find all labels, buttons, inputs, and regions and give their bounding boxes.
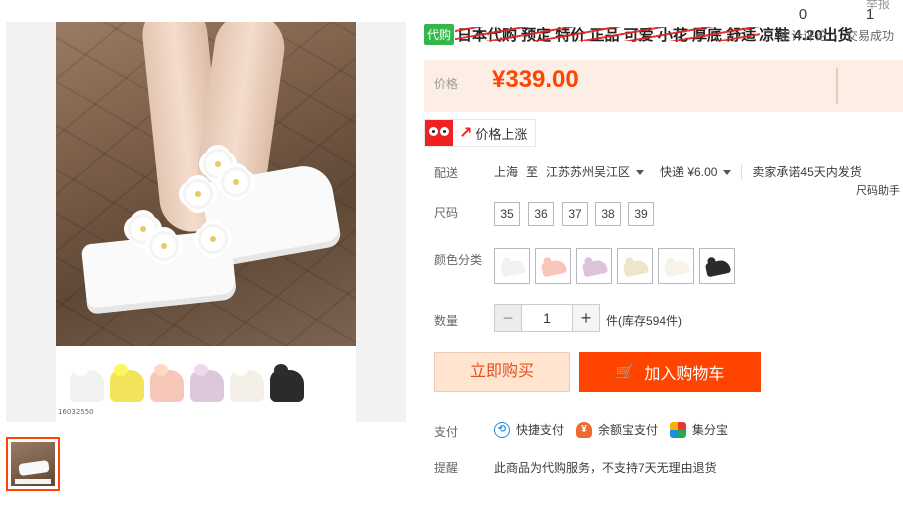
lineup-shoe-yellow bbox=[110, 370, 144, 402]
chevron-down-icon bbox=[636, 170, 645, 176]
product-code: 16032550 bbox=[58, 408, 94, 416]
shipping-info: 上海 至 江苏苏州吴江区 快递 ¥6.00 卖家承诺45天内发货 bbox=[494, 163, 862, 180]
reviews-stat[interactable]: 0 累计评论 bbox=[771, 6, 835, 44]
lineup-shoe-cream bbox=[230, 370, 264, 402]
shoe-swatch bbox=[540, 258, 568, 278]
price-value: ¥339.00 bbox=[492, 66, 579, 93]
arrow-up-right-icon: ↗ bbox=[459, 125, 473, 142]
owl-icon bbox=[425, 120, 453, 146]
cart-icon: 🛒 bbox=[615, 364, 635, 381]
stock-info: 件(库存594件) bbox=[606, 314, 683, 328]
price-alert-button[interactable]: ↗ 价格上涨 bbox=[424, 119, 537, 147]
shoe-swatch bbox=[499, 258, 527, 278]
flower-decoration bbox=[152, 234, 176, 258]
destination-select[interactable]: 江苏苏州吴江区 bbox=[546, 163, 645, 180]
payment-label: 支付 bbox=[434, 425, 459, 439]
divider bbox=[741, 163, 743, 180]
deals-count: 1 bbox=[865, 6, 875, 23]
payment-methods: ⟲ 快捷支付 ¥ 余额宝支付 集分宝 bbox=[494, 421, 740, 438]
ship-from: 上海 bbox=[494, 165, 519, 179]
flower-decoration bbox=[131, 217, 155, 241]
shipping-method-select[interactable]: 快递 ¥6.00 bbox=[660, 163, 732, 180]
destination-value: 江苏苏州吴江区 bbox=[546, 165, 631, 179]
quantity-input[interactable]: 1 bbox=[522, 304, 572, 332]
price-box: 价格 ¥339.00 bbox=[424, 60, 903, 112]
buy-now-button[interactable]: 立即购买 bbox=[434, 352, 570, 392]
size-option-37[interactable]: 37 bbox=[562, 202, 588, 226]
reviews-count: 0 bbox=[798, 6, 808, 23]
daigou-badge: 代购 bbox=[424, 23, 455, 45]
deals-label: 交易成功 bbox=[845, 29, 894, 43]
flower-decoration bbox=[224, 170, 248, 194]
quick-pay-icon: ⟲ bbox=[494, 421, 510, 438]
flower-decoration bbox=[206, 152, 230, 176]
lineup-shoe-lavender bbox=[190, 370, 224, 402]
payment-method-label: 集分宝 bbox=[692, 423, 729, 437]
ship-to-word: 至 bbox=[526, 165, 539, 179]
lineup-shoe-pink bbox=[150, 370, 184, 402]
add-to-cart-label: 加入购物车 bbox=[644, 366, 725, 383]
thumbnail-image bbox=[11, 442, 55, 486]
size-option-35[interactable]: 35 bbox=[494, 202, 520, 226]
shoe-swatch bbox=[663, 258, 691, 278]
lineup-shoe-black bbox=[270, 370, 304, 402]
size-option-36[interactable]: 36 bbox=[528, 202, 554, 226]
main-product-image[interactable] bbox=[56, 22, 356, 346]
color-option-lavender[interactable] bbox=[576, 248, 612, 284]
color-label: 颜色分类 bbox=[434, 253, 483, 267]
color-option-white-gold[interactable] bbox=[658, 248, 694, 284]
quantity-decrease-button[interactable]: − bbox=[494, 304, 522, 332]
color-option-black[interactable] bbox=[699, 248, 735, 284]
delivery-promise: 卖家承诺45天内发货 bbox=[752, 165, 862, 179]
quantity-label: 数量 bbox=[434, 314, 459, 328]
notice-text: 此商品为代购服务，不支持7天无理由退货 bbox=[494, 461, 717, 475]
add-to-cart-button[interactable]: 🛒 加入购物车 bbox=[579, 352, 761, 392]
payment-method-label: 快捷支付 bbox=[516, 423, 565, 437]
shipping-label: 配送 bbox=[434, 166, 459, 180]
color-option-pink[interactable] bbox=[535, 248, 571, 284]
stat-divider bbox=[837, 68, 838, 104]
color-option-white[interactable] bbox=[494, 248, 530, 284]
shoe-swatch bbox=[704, 258, 732, 278]
size-option-39[interactable]: 39 bbox=[628, 202, 654, 226]
quantity-stepper: − 1 + bbox=[494, 304, 600, 332]
price-label: 价格 bbox=[434, 77, 459, 91]
shipping-method-value: 快递 ¥6.00 bbox=[660, 165, 718, 179]
payment-method-jifenbao[interactable]: 集分宝 bbox=[670, 421, 728, 438]
color-option-cream[interactable] bbox=[617, 248, 653, 284]
quantity-increase-button[interactable]: + bbox=[572, 304, 600, 332]
jifenbao-icon bbox=[670, 421, 687, 438]
payment-method-label: 余额宝支付 bbox=[598, 423, 659, 437]
size-option-38[interactable]: 38 bbox=[595, 202, 621, 226]
flower-decoration bbox=[186, 182, 210, 206]
deals-stat: 1 交易成功 bbox=[838, 6, 902, 44]
flower-decoration bbox=[201, 227, 225, 251]
red-scribble-overlay bbox=[455, 26, 761, 41]
yuebao-icon: ¥ bbox=[576, 421, 593, 438]
color-lineup-strip bbox=[56, 346, 356, 422]
payment-method-yuebao[interactable]: ¥ 余额宝支付 bbox=[576, 421, 658, 438]
size-helper-link[interactable]: 尺码助手 bbox=[856, 182, 900, 198]
title-struck-text: 日本代购 预定 特价 正品 可爱 小花 厚底 舒适 bbox=[455, 24, 761, 45]
lineup-shoe-white bbox=[70, 370, 104, 402]
shoe-swatch bbox=[622, 258, 650, 278]
reviews-label: 累计评论 bbox=[778, 29, 827, 43]
chevron-down-icon bbox=[723, 170, 732, 176]
shoe-swatch bbox=[581, 258, 609, 278]
notice-label: 提醒 bbox=[434, 461, 459, 475]
price-alert-label: 价格上涨 bbox=[475, 126, 528, 142]
size-label: 尺码 bbox=[434, 206, 459, 220]
gallery-thumbnail-selected[interactable] bbox=[6, 437, 60, 491]
payment-method-quick[interactable]: ⟲ 快捷支付 bbox=[494, 421, 564, 438]
